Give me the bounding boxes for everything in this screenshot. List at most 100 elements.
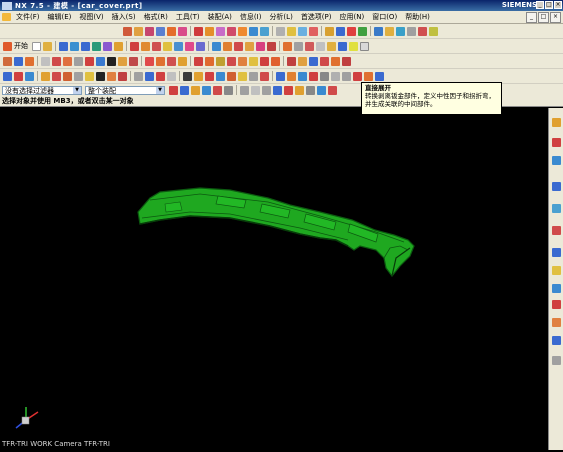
bridge-curve-icon[interactable] [156,56,165,66]
spline-icon[interactable] [52,56,61,66]
doc-minimize-button[interactable]: _ [526,12,537,23]
intersection-curve-icon[interactable] [145,56,154,66]
deselect-icon[interactable] [202,85,211,95]
manufacturing-wizard-icon[interactable] [552,318,561,327]
part-navigator-icon[interactable] [552,156,561,165]
drafting-icon[interactable] [134,71,143,81]
undo-icon[interactable] [418,26,427,36]
n-sided-icon[interactable] [238,56,247,66]
visualization-icon[interactable] [552,284,561,293]
shaded-icon[interactable] [212,41,221,51]
curve-rule-icon[interactable] [213,85,222,95]
face-rule-icon[interactable] [224,85,233,95]
arc-icon[interactable] [25,56,34,66]
boolean-icon[interactable] [156,26,165,36]
shell-icon[interactable] [216,26,225,36]
table-icon[interactable] [167,71,176,81]
fit-icon[interactable] [152,41,161,51]
background-icon[interactable] [216,71,225,81]
snap-icon[interactable] [374,26,383,36]
midpoint-snap-icon[interactable] [251,85,260,95]
sweep-icon[interactable] [145,26,154,36]
reposition-icon[interactable] [74,71,83,81]
rebend-icon[interactable] [338,41,347,51]
menu-tools[interactable]: 工具(T) [172,12,204,22]
print-icon[interactable] [81,41,90,51]
through-curves-icon[interactable] [194,56,203,66]
menu-format[interactable]: 格式(R) [140,12,172,22]
section-icon[interactable] [256,41,265,51]
car-cover-part[interactable] [137,187,415,277]
wave-icon[interactable] [96,71,105,81]
circle-icon[interactable] [41,56,50,66]
datum-axis-icon[interactable] [336,26,345,36]
rotate-icon[interactable] [174,41,183,51]
render-icon[interactable] [227,71,236,81]
matching-edge-icon[interactable] [320,56,329,66]
offset-surface-icon[interactable] [260,56,269,66]
chamfer-icon[interactable] [205,26,214,36]
endpoint-snap-icon[interactable] [240,85,249,95]
punch-icon[interactable] [375,71,384,81]
select-all-icon[interactable] [191,85,200,95]
add-component-icon[interactable] [52,71,61,81]
sketch-icon[interactable] [3,56,12,66]
process-studio-icon[interactable] [552,300,561,309]
louver-icon[interactable] [331,71,340,81]
fillet-curve-icon[interactable] [85,56,94,66]
menu-insert[interactable]: 插入(S) [108,12,140,22]
menu-analysis[interactable]: 分析(L) [265,12,296,22]
extrude-icon[interactable] [123,26,132,36]
arc-center-snap-icon[interactable] [284,85,293,95]
curve-icon[interactable] [385,26,394,36]
motion-icon[interactable] [249,71,258,81]
control-point-snap-icon[interactable] [262,85,271,95]
cut-icon[interactable] [92,41,101,51]
hole-icon[interactable] [167,26,176,36]
point-on-face-snap-icon[interactable] [328,85,337,95]
reuse-library-icon[interactable] [552,182,561,191]
jog-icon[interactable] [349,41,358,51]
face-blend-icon[interactable] [287,56,296,66]
contour-flange-icon[interactable] [305,41,314,51]
general-selection-icon[interactable] [169,85,178,95]
lights-icon[interactable] [194,71,203,81]
open-icon[interactable] [43,41,52,51]
simulation-icon[interactable] [260,71,269,81]
save-as-icon[interactable] [70,41,79,51]
unbend-icon[interactable] [327,41,336,51]
trim-body-icon[interactable] [276,26,285,36]
close-button[interactable]: × [554,1,562,9]
intersection-snap-icon[interactable] [273,85,282,95]
menu-file[interactable]: 文件(F) [12,12,44,22]
contour-icon[interactable] [287,71,296,81]
polygon-icon[interactable] [74,56,83,66]
start-menu-button[interactable]: 开始 [14,41,28,51]
perspective-icon[interactable] [196,41,205,51]
boss-icon[interactable] [178,26,187,36]
zoom-icon[interactable] [163,41,172,51]
thicken-icon[interactable] [309,26,318,36]
tab-icon[interactable] [298,71,307,81]
x-form-icon[interactable] [309,56,318,66]
datum-plane-icon[interactable] [325,26,334,36]
point-icon[interactable] [358,26,367,36]
styled-blend-icon[interactable] [298,56,307,66]
existing-point-snap-icon[interactable] [306,85,315,95]
ruled-icon[interactable] [205,56,214,66]
blend-icon[interactable] [194,26,203,36]
show-hide-icon[interactable] [141,41,150,51]
offset-curve-icon[interactable] [118,56,127,66]
animation-icon[interactable] [238,71,247,81]
datum-csys-icon[interactable] [347,26,356,36]
flange-icon[interactable] [294,41,303,51]
start-icon[interactable] [3,41,12,51]
menu-application[interactable]: 应用(N) [336,12,369,22]
type-filter-dropdown[interactable]: 没有选择过滤器 ▼ [2,85,82,95]
layer-icon[interactable] [407,26,416,36]
exploded-view-icon[interactable] [85,71,94,81]
history-icon[interactable] [552,226,561,235]
wireframe-icon[interactable] [223,41,232,51]
enlarge-icon[interactable] [342,56,351,66]
assembly-icon[interactable] [41,71,50,81]
